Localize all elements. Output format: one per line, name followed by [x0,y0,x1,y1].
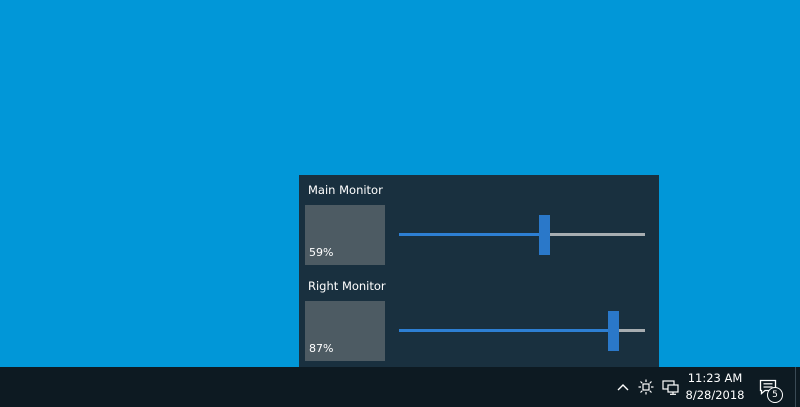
brightness-slider[interactable] [399,301,645,361]
monitor-preview: 87% [305,301,385,361]
monitor-main: Main Monitor 59% [299,175,659,271]
slider-thumb[interactable] [539,215,551,255]
brightness-slider[interactable] [399,205,645,265]
monitor-preview: 59% [305,205,385,265]
taskbar: 11:23 AM 8/28/2018 5 [0,367,800,407]
clock-date: 8/28/2018 [685,388,745,402]
brightness-icon[interactable] [636,367,656,407]
slider-thumb[interactable] [608,311,620,351]
monitor-right: Right Monitor 87% [299,271,659,367]
brightness-value: 87% [309,342,334,355]
taskbar-clock[interactable]: 11:23 AM 8/28/2018 [680,367,750,407]
clock-time: 11:23 AM [687,371,743,385]
brightness-value: 59% [309,246,334,259]
chevron-up-icon[interactable] [614,367,632,407]
brightness-flyout: Main Monitor 59% Right Monitor 87% [299,175,659,367]
monitor-title: Main Monitor [308,183,383,197]
slider-track-filled [399,329,614,332]
monitor-title: Right Monitor [308,279,386,293]
show-desktop-button[interactable] [795,367,796,407]
slider-track-filled [399,233,545,236]
network-icon[interactable] [660,367,680,407]
notification-count-badge: 5 [767,387,783,403]
